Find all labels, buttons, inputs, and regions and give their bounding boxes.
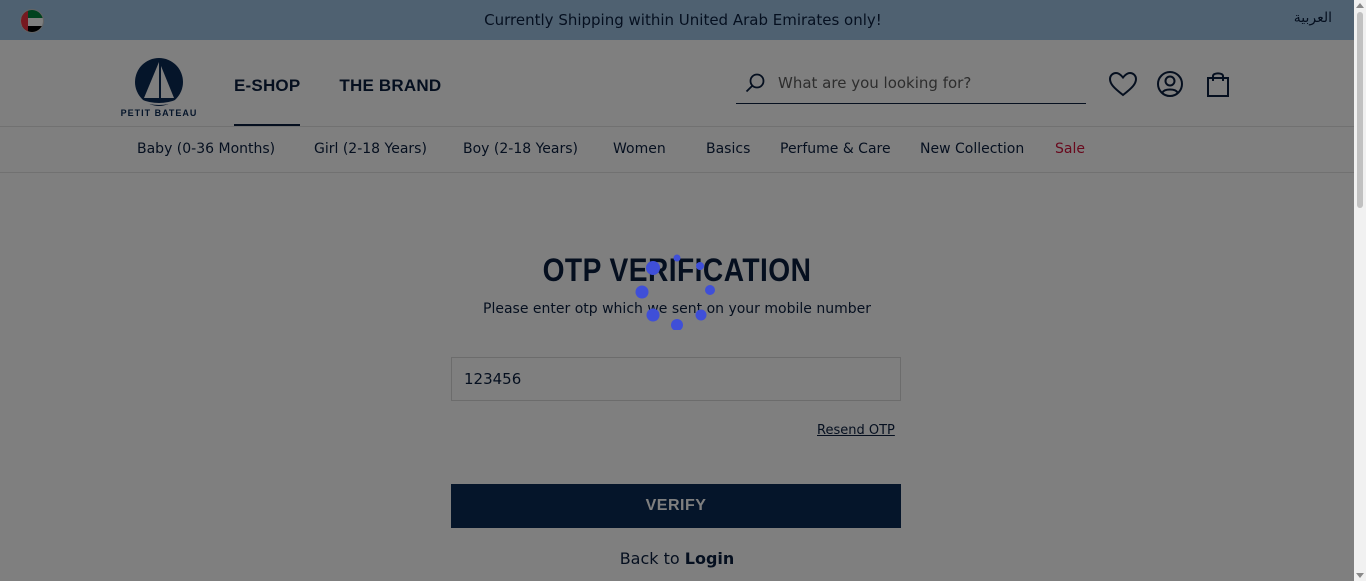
scroll-down-icon[interactable] xyxy=(1356,573,1364,578)
loading-spinner-icon xyxy=(635,254,715,330)
scrollbar-thumb[interactable] xyxy=(1357,12,1363,208)
scroll-up-icon[interactable] xyxy=(1356,3,1364,8)
page-scrollbar[interactable] xyxy=(1354,0,1366,581)
